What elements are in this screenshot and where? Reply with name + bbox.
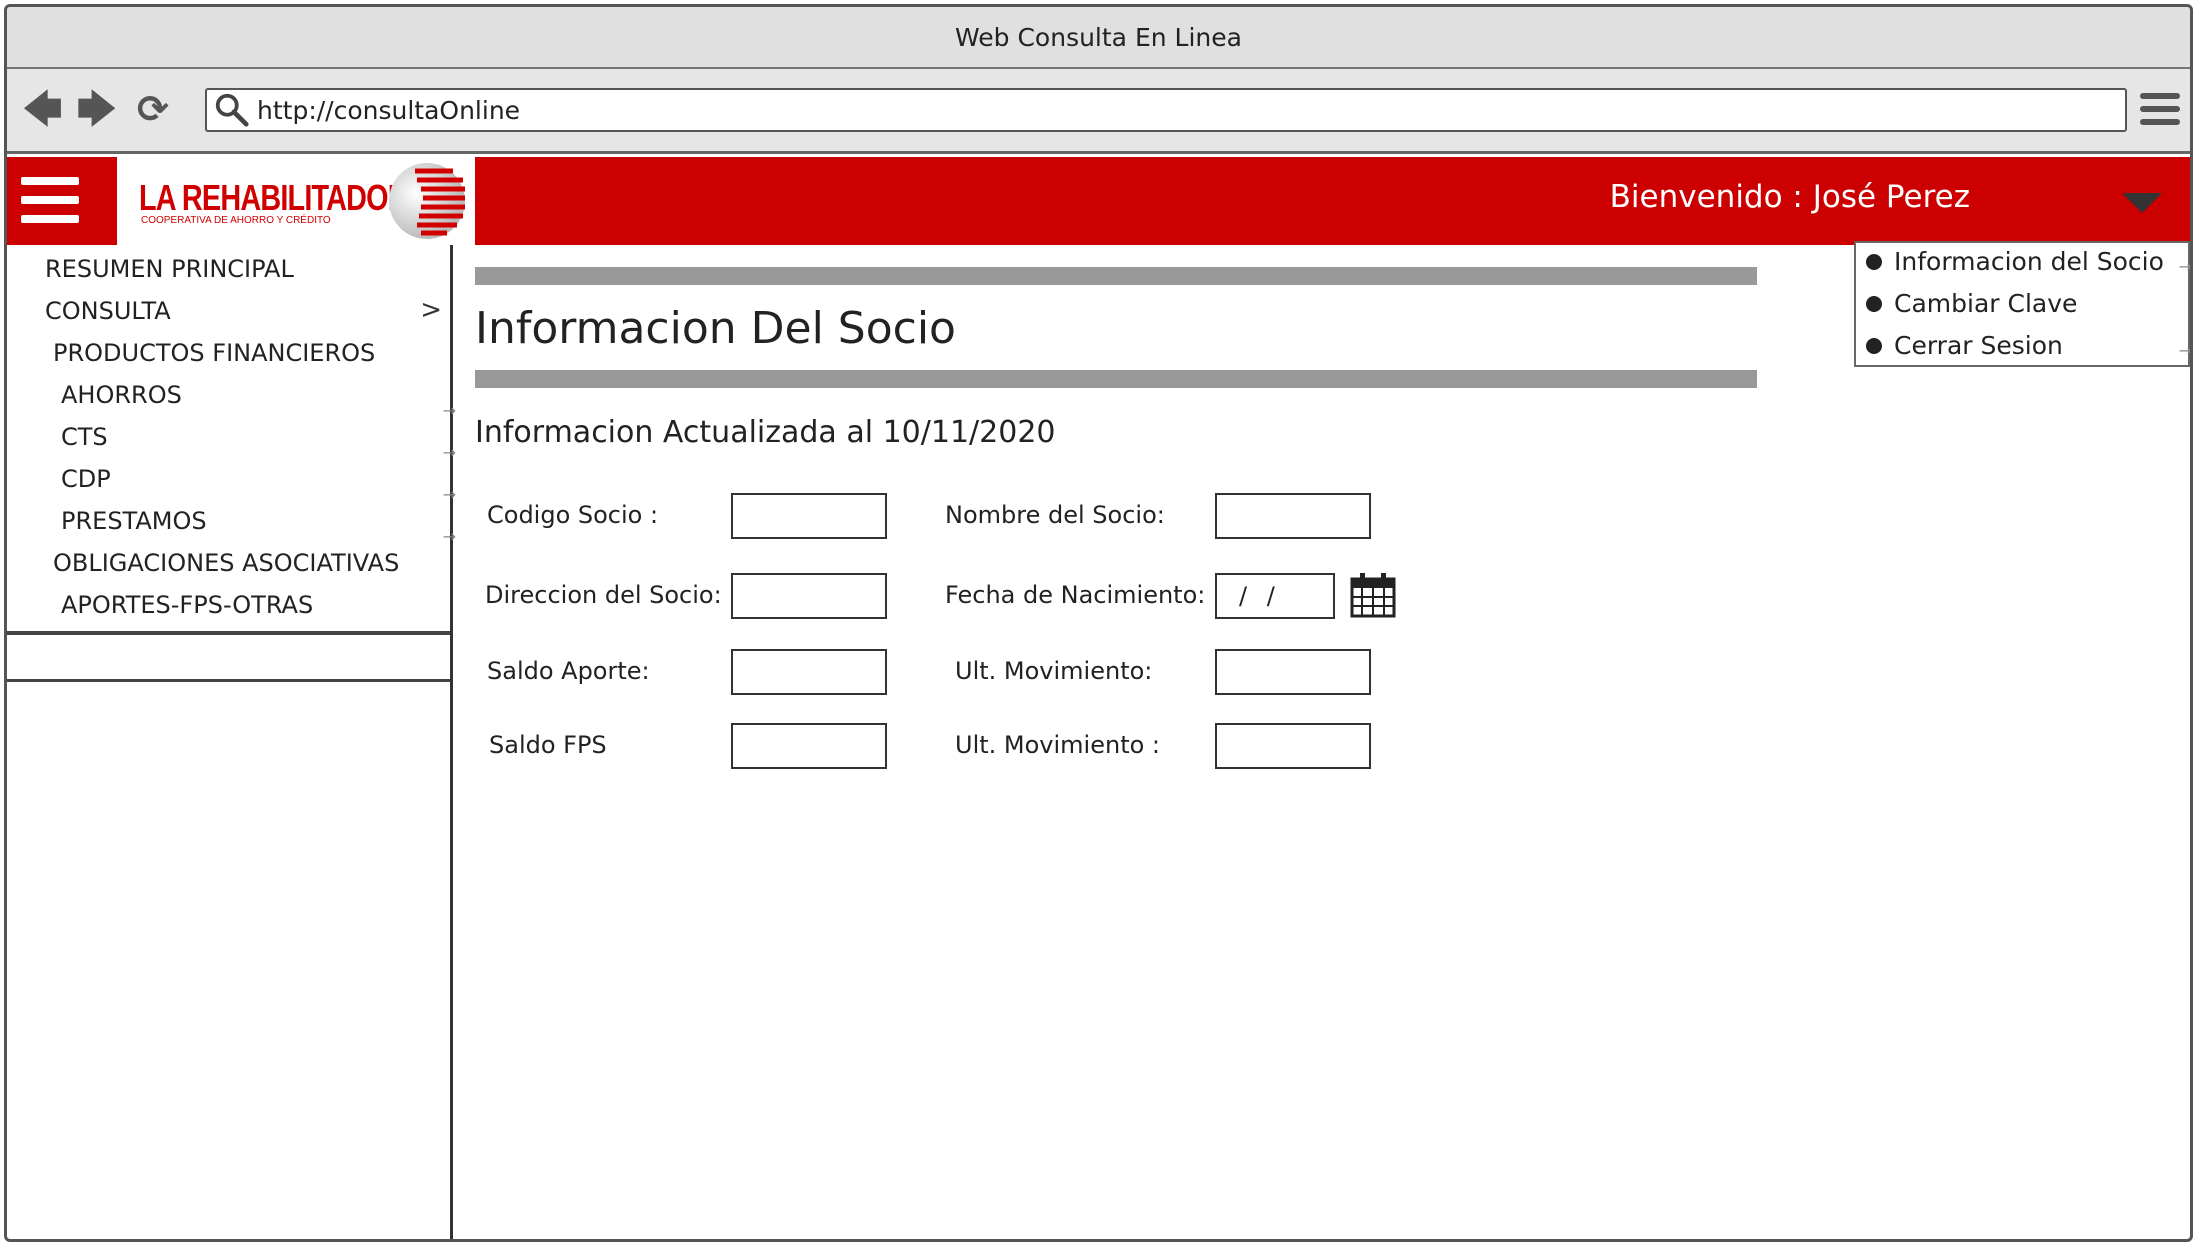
browser-navbar: 🡄 🡆 ⟳ http://consultaOnline [7,69,2190,154]
user-dropdown-menu: Informacion del Socio → Cambiar Clave Ce… [1854,241,2190,367]
main-content: Informacion Del Socio Informacion Actual… [455,245,2190,1239]
forward-icon[interactable]: 🡆 [77,89,116,129]
window-title: Web Consulta En Linea [7,7,2190,69]
bullet-icon [1866,337,1882,354]
search-icon [215,93,249,127]
ult-movimiento-field[interactable] [1215,649,1371,695]
hamburger-menu-icon[interactable] [21,177,79,223]
codigo-socio-field[interactable] [731,493,887,539]
address-bar[interactable]: http://consultaOnline [205,88,2127,132]
direccion-socio-field[interactable] [731,573,887,619]
ult-movimiento-label: Ult. Movimiento: [955,657,1153,685]
bullet-icon [1866,295,1882,312]
sidebar-menu: RESUMEN PRINCIPAL CONSULTA > PRODUCTOS F… [7,245,456,635]
bullet-icon [1866,253,1882,270]
divider-top [475,267,1757,285]
user-menu-item-cerrar-sesion[interactable]: Cerrar Sesion [1866,331,2063,360]
saldo-aporte-field[interactable] [731,649,887,695]
nombre-socio-field[interactable] [1215,493,1371,539]
reload-icon[interactable]: ⟳ [137,89,169,129]
codigo-socio-label: Codigo Socio : [487,501,659,529]
update-date-text: Informacion Actualizada al 10/11/2020 [475,415,1056,450]
saldo-fps-label: Saldo FPS [489,731,607,759]
link-arrow-icon: → [442,485,456,504]
sidebar-item-consulta[interactable]: CONSULTA [45,297,171,325]
logo-text: LA REHABILITADORA [139,177,429,218]
sidebar-item-resumen[interactable]: RESUMEN PRINCIPAL [45,255,294,283]
back-icon[interactable]: 🡄 [23,89,62,129]
sidebar-item-cts[interactable]: CTS [61,423,108,451]
user-menu-item-label: Cerrar Sesion [1894,331,2063,360]
link-arrow-icon: → [442,527,456,546]
link-arrow-icon: → [442,443,456,462]
app-header: LA REHABILITADORA COOPERATIVA DE AHORRO … [7,157,2190,245]
sidebar-empty-row [7,635,450,682]
saldo-aporte-label: Saldo Aporte: [487,657,650,685]
user-menu-dropdown-icon[interactable] [2122,193,2162,213]
sidebar-item-cdp[interactable]: CDP [61,465,111,493]
user-menu-item-label: Informacion del Socio [1894,247,2164,276]
link-arrow-icon: → [2178,341,2192,360]
browser-window: Web Consulta En Linea 🡄 🡆 ⟳ http://consu… [4,4,2193,1242]
welcome-text: Bienvenido : José Perez [1609,179,1970,215]
user-menu-item-label: Cambiar Clave [1894,289,2078,318]
chevron-right-icon: > [420,295,442,325]
divider-bottom [475,370,1757,388]
calendar-icon[interactable] [1349,571,1397,619]
sidebar-item-aportes[interactable]: APORTES-FPS-OTRAS [61,591,313,619]
user-menu-item-info[interactable]: Informacion del Socio [1866,247,2164,276]
link-arrow-icon: → [2178,257,2192,276]
ult-movimiento-fps-field[interactable] [1215,723,1371,769]
direccion-socio-label: Direccion del Socio: [485,581,722,609]
sidebar-item-ahorros[interactable]: AHORROS [61,381,182,409]
sidebar: RESUMEN PRINCIPAL CONSULTA > PRODUCTOS F… [7,245,456,1239]
fecha-nacimiento-label: Fecha de Nacimiento: [945,581,1206,609]
link-arrow-icon: → [442,401,456,420]
logo: LA REHABILITADORA COOPERATIVA DE AHORRO … [117,157,475,245]
nombre-socio-label: Nombre del Socio: [945,501,1165,529]
globe-logo-icon [389,163,465,239]
ult-movimiento-fps-label: Ult. Movimiento : [955,731,1160,759]
browser-menu-icon[interactable] [2140,89,2180,129]
fecha-nacimiento-field[interactable]: / / [1215,573,1335,619]
saldo-fps-field[interactable] [731,723,887,769]
user-menu-item-cambiar-clave[interactable]: Cambiar Clave [1866,289,2077,318]
logo-subtext: COOPERATIVA DE AHORRO Y CRÉDITO [141,215,331,226]
sidebar-item-obligaciones[interactable]: OBLIGACIONES ASOCIATIVAS [53,549,399,577]
sidebar-item-prestamos[interactable]: PRESTAMOS [61,507,207,535]
url-text: http://consultaOnline [257,95,521,125]
page-title: Informacion Del Socio [475,303,956,354]
sidebar-item-productos[interactable]: PRODUCTOS FINANCIEROS [53,339,375,367]
